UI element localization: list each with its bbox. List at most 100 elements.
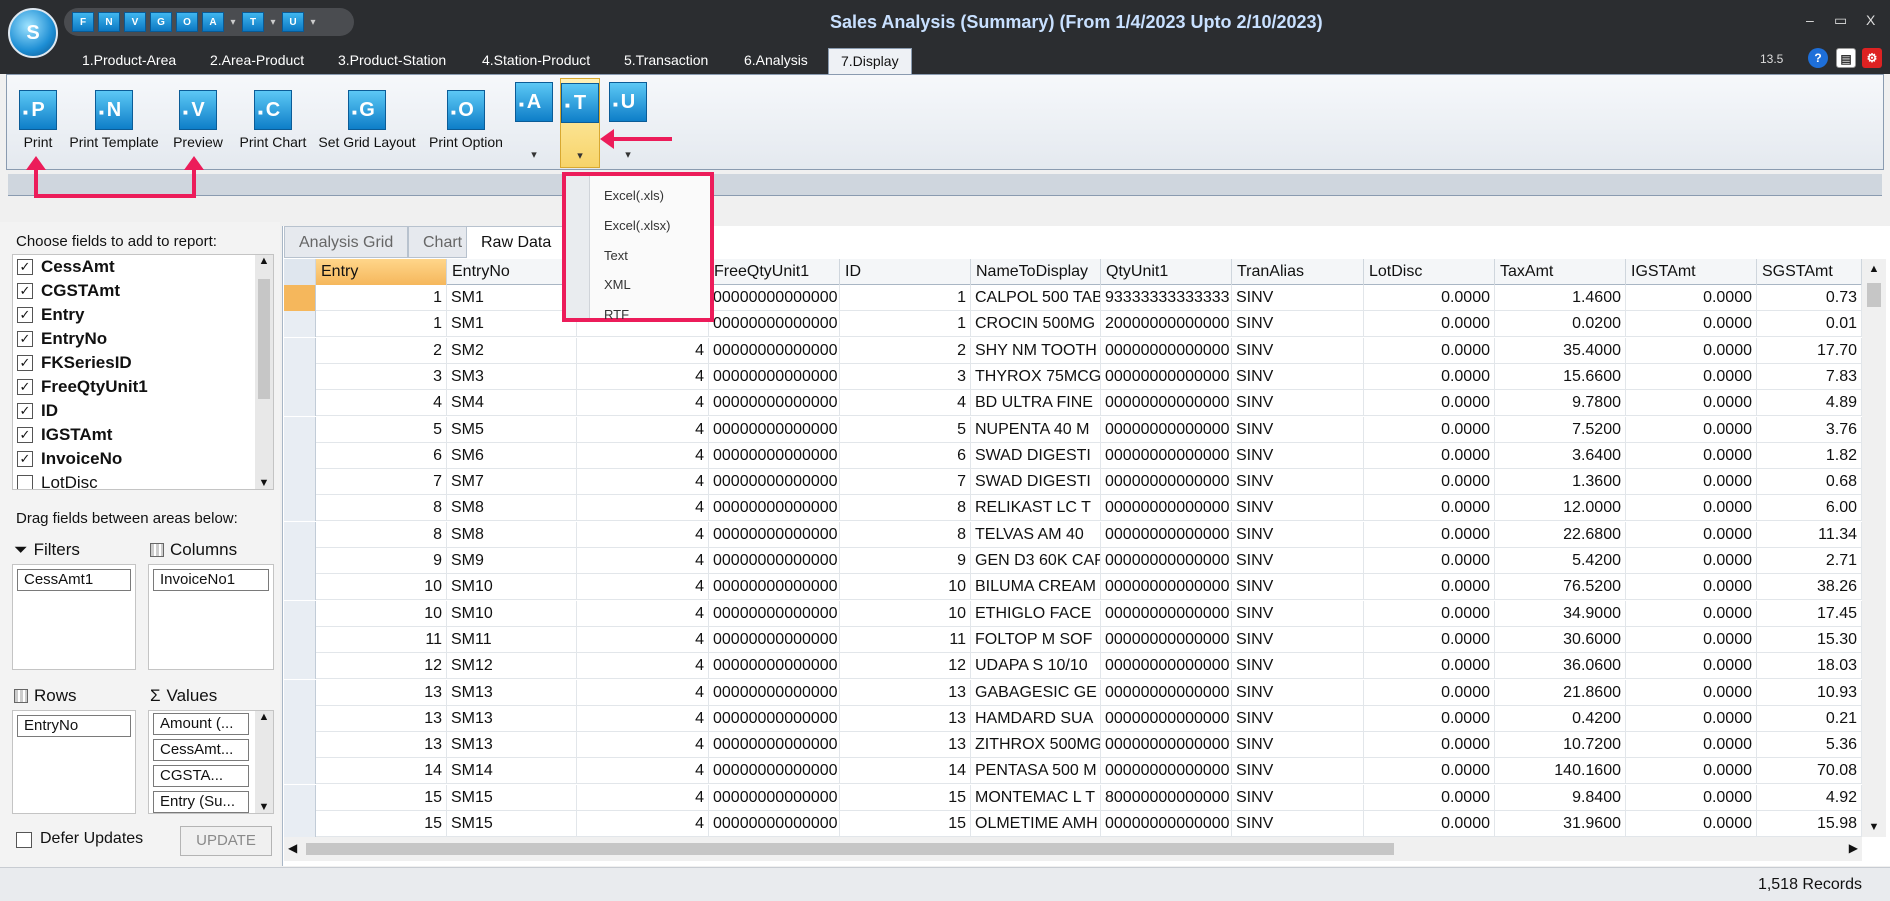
table-cell[interactable]: 70.08 — [1757, 758, 1862, 785]
row-selector[interactable] — [284, 811, 316, 837]
table-cell[interactable]: 2.71 — [1757, 548, 1862, 574]
table-cell[interactable]: SINV — [1232, 653, 1364, 680]
row-selector[interactable] — [284, 495, 316, 522]
table-cell[interactable]: SINV — [1232, 574, 1364, 601]
field-entryno[interactable]: ✓ EntryNo — [17, 327, 107, 351]
value-chip[interactable]: Entry (Su... — [153, 791, 249, 813]
table-row[interactable]: 15 SM15 4 00000000000000 15 OLMETIME AMH 00000… — [284, 811, 1862, 837]
table-cell[interactable]: 0.0000 — [1364, 574, 1495, 601]
table-cell[interactable]: 00000000000000 — [709, 811, 840, 837]
table-cell[interactable]: 00000000000000 — [709, 784, 840, 811]
table-cell[interactable]: 0.0000 — [1626, 626, 1757, 653]
table-cell[interactable]: 36.0600 — [1495, 653, 1626, 680]
table-row[interactable]: 13 SM13 4 00000000000000 13 ZITHROX 500MG 0000… — [284, 732, 1862, 759]
table-cell[interactable]: 13 — [840, 732, 971, 759]
row-selector[interactable] — [284, 705, 316, 732]
column-header-lotdisc[interactable]: LotDisc — [1364, 259, 1495, 285]
table-cell[interactable]: 12 — [316, 653, 447, 680]
scroll-thumb[interactable] — [258, 279, 270, 399]
menu-item-excel-xlsx[interactable]: Excel(.xlsx) — [604, 218, 670, 233]
scroll-up-icon[interactable]: ▲ — [255, 255, 273, 267]
table-cell[interactable]: 4 — [840, 390, 971, 417]
table-cell[interactable]: 1 — [840, 285, 971, 311]
table-cell[interactable]: 15 — [316, 811, 447, 837]
table-cell[interactable]: 0.0000 — [1626, 442, 1757, 469]
table-cell[interactable]: 9.8400 — [1495, 784, 1626, 811]
table-row[interactable]: 7 SM7 4 00000000000000 7 SWAD DIGESTI 00000000… — [284, 469, 1862, 496]
table-cell[interactable]: 0.0000 — [1626, 705, 1757, 732]
table-cell[interactable]: 11 — [840, 626, 971, 653]
column-header-tranalias[interactable]: TranAlias — [1232, 259, 1364, 285]
table-cell[interactable]: SM15 — [447, 784, 577, 811]
table-cell[interactable]: 0.0200 — [1495, 311, 1626, 338]
table-cell[interactable]: PENTASA 500 M — [971, 758, 1101, 785]
table-cell[interactable]: 4 — [577, 811, 709, 837]
table-cell[interactable]: 0.0000 — [1364, 416, 1495, 443]
row-selector[interactable] — [284, 600, 316, 627]
field-fkseriesid[interactable]: ✓ FKSeriesID — [17, 351, 132, 375]
table-cell[interactable]: 10 — [316, 600, 447, 627]
table-cell[interactable]: 00000000000000 — [1101, 626, 1232, 653]
table-cell[interactable]: 6 — [316, 442, 447, 469]
table-cell[interactable]: 0.0000 — [1626, 679, 1757, 706]
column-header-nametodisplay[interactable]: NameToDisplay — [971, 259, 1101, 285]
table-cell[interactable]: SINV — [1232, 390, 1364, 417]
table-row[interactable]: 4 SM4 4 00000000000000 4 BD ULTRA FINE 0000000… — [284, 390, 1862, 417]
table-cell[interactable]: SINV — [1232, 811, 1364, 837]
table-cell[interactable]: 0.0000 — [1364, 758, 1495, 785]
qat-button-a[interactable]: A — [202, 12, 224, 32]
checkbox-unchecked-icon[interactable] — [17, 475, 33, 489]
table-cell[interactable]: 00000000000000 — [709, 705, 840, 732]
table-cell[interactable]: 11.34 — [1757, 521, 1862, 548]
table-cell[interactable]: 4 — [577, 600, 709, 627]
table-cell[interactable]: SINV — [1232, 337, 1364, 364]
table-cell[interactable]: 0.0000 — [1364, 337, 1495, 364]
table-row[interactable]: 6 SM6 4 00000000000000 6 SWAD DIGESTI 00000000… — [284, 442, 1862, 469]
table-cell[interactable]: 00000000000000 — [709, 758, 840, 785]
table-cell[interactable]: 00000000000000 — [709, 600, 840, 627]
table-cell[interactable]: SINV — [1232, 469, 1364, 496]
table-cell[interactable]: SM15 — [447, 811, 577, 837]
column-header-id[interactable]: ID — [840, 259, 971, 285]
column-header-taxamt[interactable]: TaxAmt — [1495, 259, 1626, 285]
table-cell[interactable]: 0.73 — [1757, 285, 1862, 311]
table-cell[interactable]: 3.76 — [1757, 416, 1862, 443]
table-cell[interactable]: SINV — [1232, 784, 1364, 811]
table-cell[interactable]: 0.0000 — [1364, 784, 1495, 811]
table-cell[interactable]: 9 — [316, 548, 447, 574]
table-cell[interactable]: 4.92 — [1757, 784, 1862, 811]
table-cell[interactable]: 4 — [577, 337, 709, 364]
table-cell[interactable]: 3 — [316, 363, 447, 390]
settings-icon[interactable]: ⚙ — [1862, 48, 1882, 68]
table-row[interactable]: 9 SM9 4 00000000000000 9 GEN D3 60K CAP 000000… — [284, 548, 1862, 574]
table-row[interactable]: 3 SM3 4 00000000000000 3 THYROX 75MCG 00000000… — [284, 363, 1862, 390]
table-cell[interactable]: 0.0000 — [1364, 285, 1495, 311]
qat-button-t[interactable]: T — [242, 12, 264, 32]
table-cell[interactable]: 0.0000 — [1364, 679, 1495, 706]
column-header-entryno[interactable]: EntryNo — [447, 259, 577, 285]
tab-display[interactable]: 7.Display — [828, 48, 912, 74]
table-cell[interactable]: 2 — [316, 337, 447, 364]
tab-analysis[interactable]: 6.Analysis — [732, 48, 820, 74]
table-cell[interactable]: 8 — [840, 495, 971, 522]
table-cell[interactable]: 00000000000000 — [1101, 390, 1232, 417]
table-cell[interactable]: 0.0000 — [1364, 390, 1495, 417]
table-cell[interactable]: 0.0000 — [1364, 626, 1495, 653]
table-cell[interactable]: SM13 — [447, 732, 577, 759]
table-cell[interactable]: 1.82 — [1757, 442, 1862, 469]
table-cell[interactable]: SINV — [1232, 285, 1364, 311]
table-cell[interactable]: SM3 — [447, 363, 577, 390]
table-cell[interactable]: 9 — [840, 548, 971, 574]
table-cell[interactable]: 0.01 — [1757, 311, 1862, 338]
table-cell[interactable]: 0.0000 — [1626, 784, 1757, 811]
row-selector[interactable] — [284, 285, 316, 311]
table-cell[interactable]: MONTEMAC L T — [971, 784, 1101, 811]
table-cell[interactable]: 00000000000000 — [709, 495, 840, 522]
defer-updates-checkbox[interactable] — [16, 832, 32, 848]
minimize-button[interactable]: – — [1806, 12, 1814, 28]
table-cell[interactable]: 00000000000000 — [1101, 469, 1232, 496]
table-cell[interactable]: 0.0000 — [1626, 732, 1757, 759]
table-cell[interactable]: SINV — [1232, 705, 1364, 732]
rows-area[interactable]: EntryNo — [12, 710, 136, 814]
row-selector[interactable] — [284, 574, 316, 601]
